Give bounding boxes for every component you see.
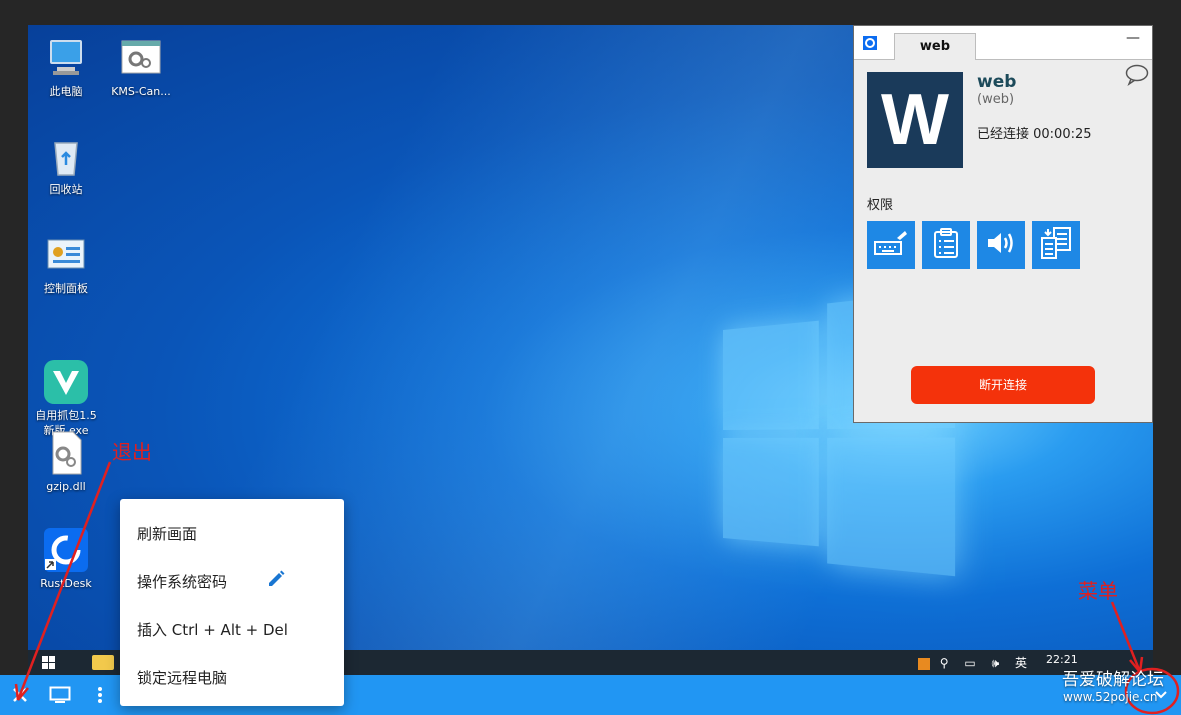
chat-icon[interactable] [1125, 64, 1149, 90]
avatar: W [867, 72, 963, 168]
menu-item-refresh[interactable]: 刷新画面 [137, 523, 197, 544]
desktop-icon-gzip[interactable]: gzip.dll [28, 430, 104, 494]
rustdesk-icon [43, 527, 89, 573]
recycle-bin-icon [43, 133, 89, 179]
desktop-icon-this-pc[interactable]: 此电脑 [28, 35, 104, 99]
display-icon[interactable] [47, 683, 73, 707]
close-icon[interactable] [7, 683, 33, 707]
clipboard-permission-button[interactable] [922, 221, 970, 269]
system-tray[interactable]: ⚲ ▭ 🕪 英 [917, 654, 1033, 671]
window-frame-top [0, 0, 1181, 25]
menu-item-lock[interactable]: 锁定远程电脑 [137, 667, 227, 688]
app-v-icon [43, 344, 89, 404]
usb-icon[interactable]: ⚲ [940, 656, 955, 670]
annotation-menu: 菜单 [1078, 579, 1118, 603]
desktop-icon-label: 此电脑 [49, 85, 83, 98]
clipboard-icon [932, 227, 960, 263]
desktop-icon-label: 控制面板 [44, 282, 88, 295]
file-explorer-icon[interactable] [92, 655, 114, 670]
desktop-icon-recycle-bin[interactable]: 回收站 [28, 133, 104, 197]
more-vert-icon[interactable] [87, 683, 113, 707]
file-transfer-icon [1040, 226, 1072, 264]
control-panel-icon [43, 232, 89, 278]
keyboard-icon [873, 228, 909, 262]
desktop-icon-rustdesk[interactable]: RustDesk [28, 527, 104, 591]
file-transfer-permission-button[interactable] [1032, 221, 1080, 269]
watermark-url: www.52pojie.cn [1063, 690, 1158, 704]
peer-id: (web) [977, 92, 1015, 107]
permissions-label: 权限 [867, 198, 894, 213]
edit-icon[interactable] [266, 569, 286, 593]
desktop-icon-label: 回收站 [49, 183, 83, 196]
desktop-icon-label: KMS-Can... [111, 85, 171, 98]
peer-name: web [977, 72, 1017, 92]
desktop-icon-label: gzip.dll [46, 480, 86, 493]
rustdesk-logo-icon [863, 35, 877, 54]
windows-start-icon[interactable] [42, 656, 56, 670]
disconnect-button[interactable]: 断开连接 [911, 366, 1095, 404]
tab-web[interactable]: web [894, 33, 976, 60]
connection-status: 已经连接 00:00:25 [977, 127, 1092, 142]
settings-file-icon [118, 35, 164, 81]
computer-icon [43, 35, 89, 81]
network-icon[interactable]: ▭ [964, 656, 981, 670]
volume-icon[interactable]: 🕪 [992, 656, 1006, 670]
desktop-icon-label: RustDesk [40, 577, 92, 590]
menu-item-os-password[interactable]: 操作系统密码 [137, 571, 227, 592]
connection-manager-window: web — W web (web) 已经连接 00:00:25 权限 断开连接 [853, 25, 1153, 423]
minimize-icon[interactable]: — [1126, 30, 1140, 46]
input-method-label[interactable]: 英 [1015, 656, 1033, 670]
watermark-title: 吾爱破解论坛 [1062, 670, 1164, 690]
keyboard-permission-button[interactable] [867, 221, 915, 269]
annotation-exit: 退出 [112, 440, 152, 464]
audio-permission-button[interactable] [977, 221, 1025, 269]
more-actions-menu: 刷新画面 操作系统密码 插入 Ctrl + Alt + Del 锁定远程电脑 [120, 499, 344, 706]
desktop-icon-kms[interactable]: KMS-Can... [103, 35, 179, 99]
desktop-icon-control-panel[interactable]: 控制面板 [28, 232, 104, 296]
dll-file-icon [43, 430, 89, 476]
menu-item-ctrl-alt-del[interactable]: 插入 Ctrl + Alt + Del [137, 619, 288, 640]
audio-icon [985, 229, 1017, 261]
tray-app-icon[interactable] [917, 657, 930, 670]
